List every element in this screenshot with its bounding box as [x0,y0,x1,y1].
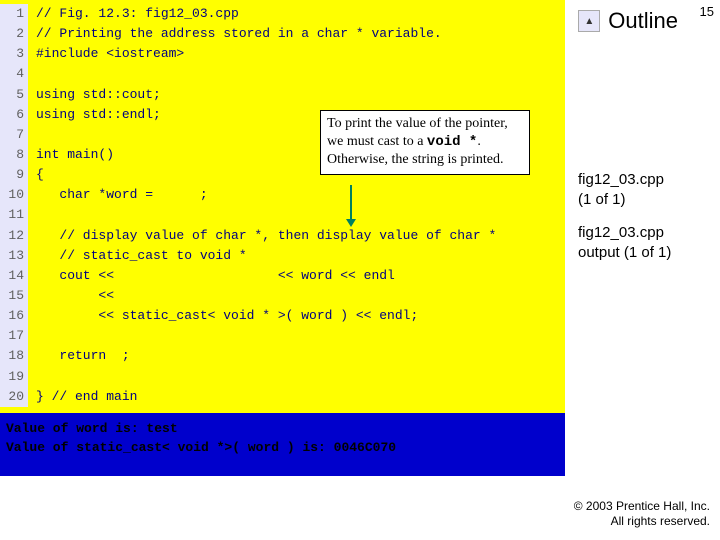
code-line: 11 [0,205,565,225]
output-block: Value of word is: test Value of static_c… [0,413,565,476]
line-number: 7 [0,125,28,145]
right-panel: fig12_03.cpp (1 of 1) fig12_03.cpp outpu… [578,170,708,276]
code-text: char *word = ; [36,185,208,205]
callout-arrow-icon [350,185,352,225]
code-text: int main() [36,145,114,165]
callout-kw: void * [427,134,477,150]
copyright-line2: All rights reserved. [611,514,710,528]
code-line: 12 // display value of char *, then disp… [0,226,565,246]
line-number: 16 [0,306,28,326]
code-line: 17 [0,326,565,346]
code-text: } // end main [36,387,137,407]
line-number: 10 [0,185,28,205]
code-line: 18 return ; [0,346,565,366]
line-number: 5 [0,85,28,105]
code-text: // Fig. 12.3: fig12_03.cpp [36,4,239,24]
copyright-line1: © 2003 Prentice Hall, Inc. [574,499,710,513]
line-number: 3 [0,44,28,64]
line-number: 14 [0,266,28,286]
code-text: // Printing the address stored in a char… [36,24,442,44]
code-line: 14 cout << << word << endl [0,266,565,286]
code-line: 16 << static_cast< void * >( word ) << e… [0,306,565,326]
code-text: { [36,165,44,185]
line-number: 19 [0,367,28,387]
line-number: 9 [0,165,28,185]
line-number: 15 [0,286,28,306]
line-number: 8 [0,145,28,165]
line-number: 13 [0,246,28,266]
line-number: 6 [0,105,28,125]
code-line: 10 char *word = ; [0,185,565,205]
line-number: 2 [0,24,28,44]
code-text: << [36,286,114,306]
line-number: 20 [0,387,28,407]
code-text: #include <iostream> [36,44,184,64]
code-line: 13 // static_cast to void * [0,246,565,266]
code-area: 1 // Fig. 12.3: fig12_03.cpp 2 // Printing … [0,0,565,476]
code-line: 20 } // end main [0,387,565,407]
right-entry-2-title: fig12_03.cpp output (1 of 1) [578,224,671,261]
code-line: 5 using std::cout; [0,85,565,105]
code-line: 4 [0,64,565,84]
code-text: return ; [36,346,130,366]
line-number: 1 [0,4,28,24]
code-text: using std::cout; [36,85,161,105]
copyright: © 2003 Prentice Hall, Inc. All rights re… [574,499,710,530]
slide-number: 15 [700,4,714,19]
callout-box: To print the value of the pointer, we mu… [320,110,530,175]
code-block: 1 // Fig. 12.3: fig12_03.cpp 2 // Printing … [0,0,565,413]
code-line: 1 // Fig. 12.3: fig12_03.cpp [0,4,565,24]
line-number: 17 [0,326,28,346]
right-entry-1-title: fig12_03.cpp [578,171,664,188]
code-text: // static_cast to void * [36,246,247,266]
line-number: 4 [0,64,28,84]
code-text: cout << << word << endl [36,266,395,286]
code-line: 19 [0,367,565,387]
code-line: 15 << [0,286,565,306]
line-number: 18 [0,346,28,366]
right-entry-1-sub: (1 of 1) [578,191,626,208]
code-line: 3 #include <iostream> [0,44,565,64]
code-text: // display value of char *, then display… [36,226,496,246]
line-number: 11 [0,205,28,225]
code-line: 2 // Printing the address stored in a cha… [0,24,565,44]
outline-header: ▲ Outline [578,8,678,34]
right-entry-2: fig12_03.cpp output (1 of 1) [578,223,708,262]
line-number: 12 [0,226,28,246]
right-entry-1: fig12_03.cpp (1 of 1) [578,170,708,209]
code-text: << static_cast< void * >( word ) << endl… [36,306,418,326]
code-text: using std::endl; [36,105,161,125]
outline-up-icon[interactable]: ▲ [578,10,600,32]
outline-label: Outline [608,8,678,34]
